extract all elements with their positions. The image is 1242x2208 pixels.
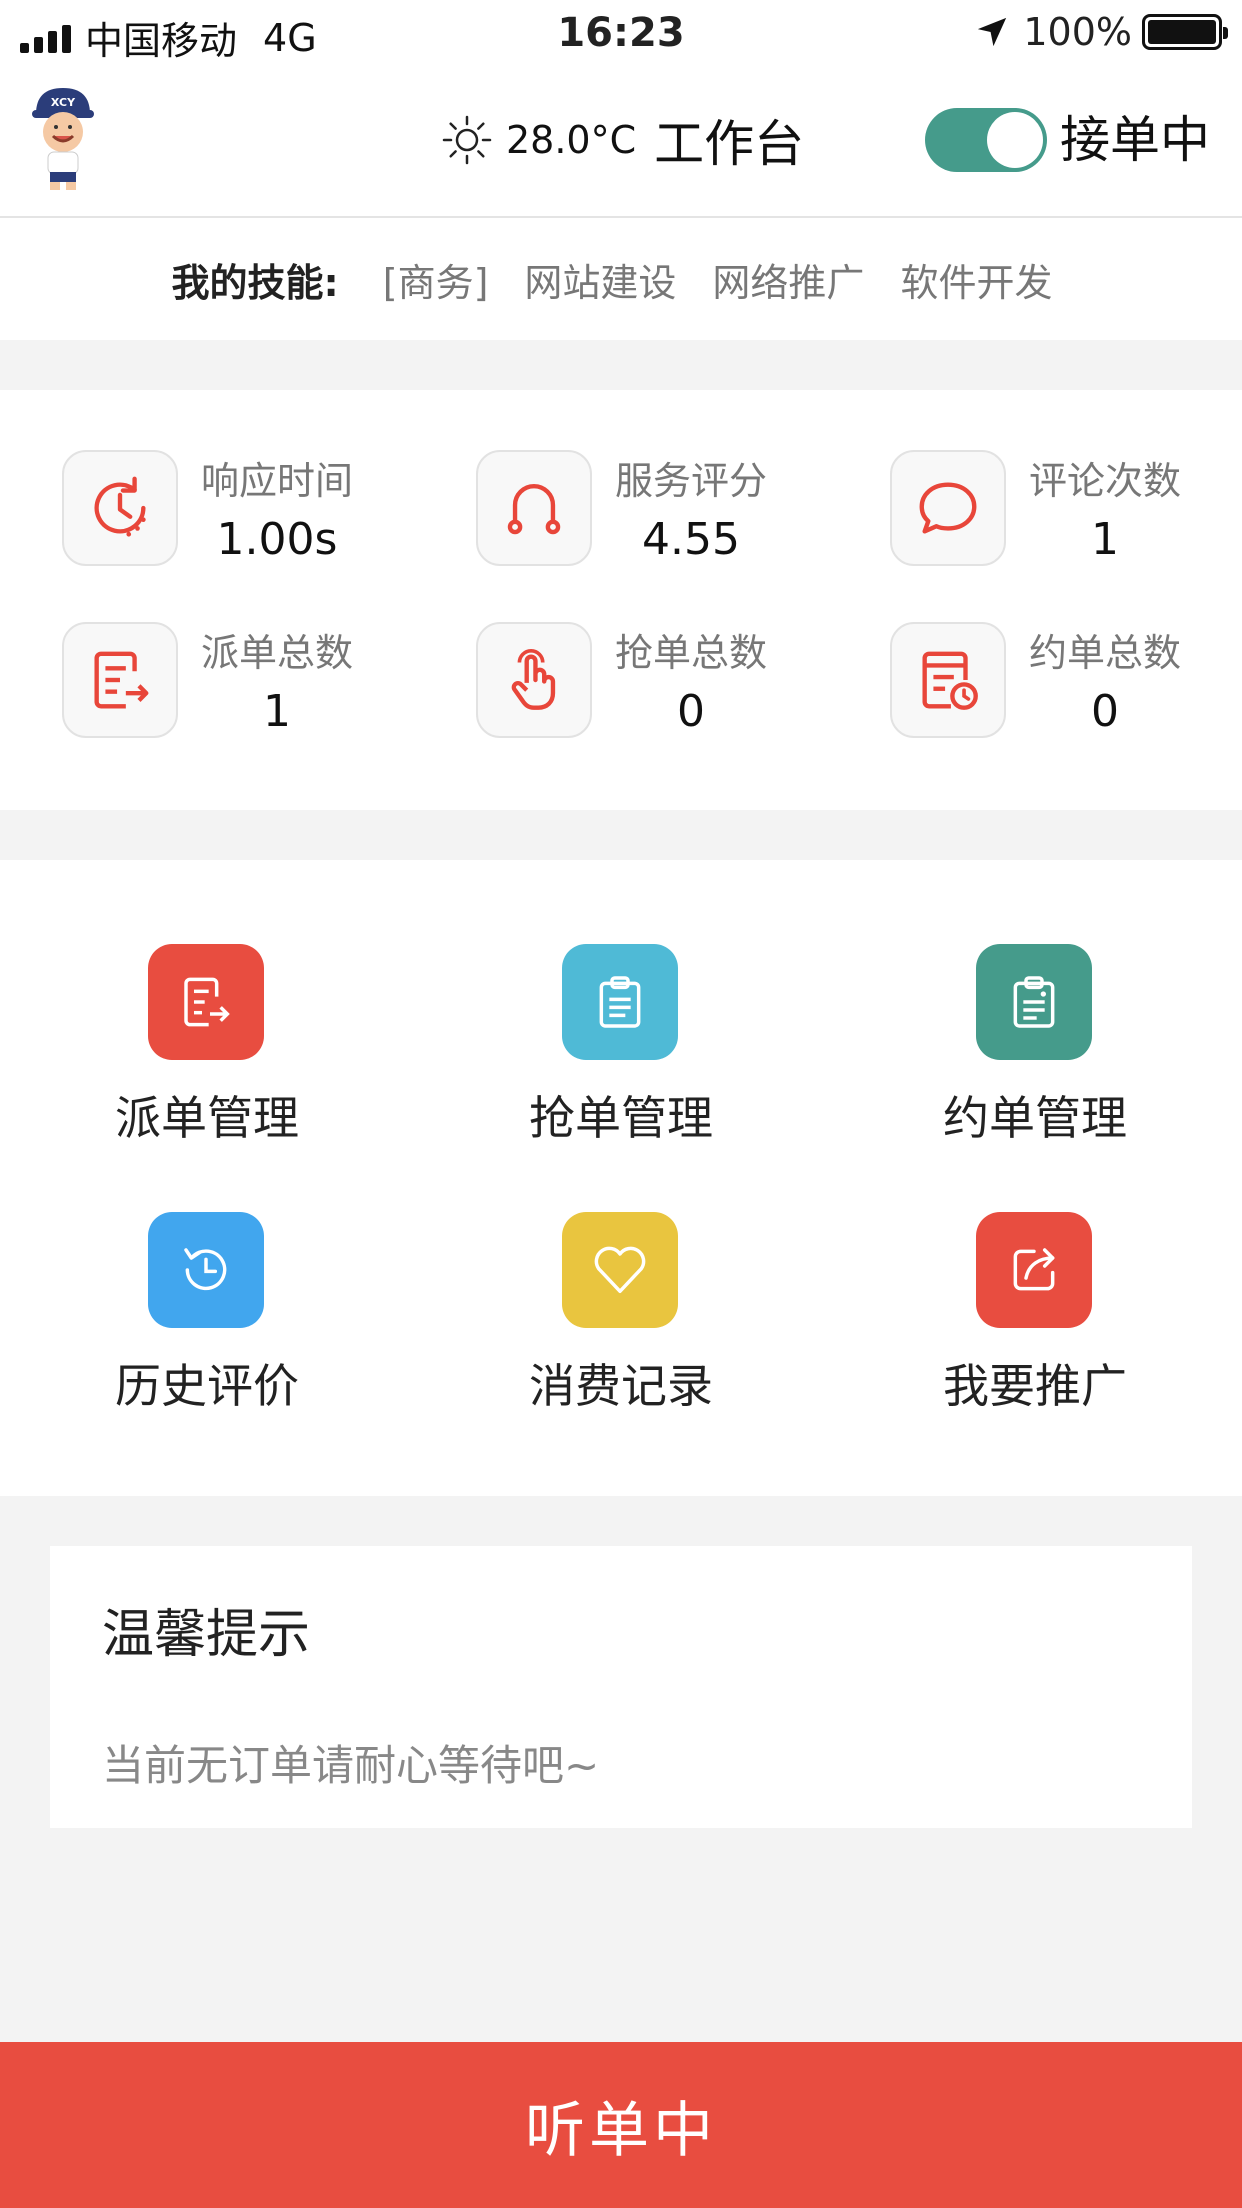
menu-grab-manage[interactable]: 抢单管理 — [414, 944, 828, 1145]
menu-label: 我要推广 — [943, 1359, 1127, 1413]
stat-icon-box — [476, 622, 592, 738]
stat-label: 抢单总数 — [614, 631, 767, 675]
stat-value: 1 — [1091, 514, 1119, 565]
skill-tag[interactable]: [商务] — [383, 252, 489, 307]
stat-service-score: 服务评分 4.55 — [476, 450, 856, 570]
menu-label: 消费记录 — [529, 1359, 713, 1413]
stat-grab-total: 抢单总数 0 — [476, 622, 856, 742]
location-arrow-icon — [978, 17, 1007, 47]
status-right: 100% — [975, 10, 1228, 54]
stat-icon-box — [890, 450, 1006, 566]
dispatch-icon — [184, 977, 230, 1027]
listening-orders-button[interactable]: 听单中 — [0, 2042, 1242, 2208]
clipboard-icon — [599, 976, 641, 1028]
tips-card: 温馨提示 当前无订单请耐心等待吧~ — [50, 1546, 1192, 1828]
status-bar: 中国移动 4G 16:23 100% — [0, 0, 1242, 68]
avatar-cap-text: XCY — [51, 96, 76, 109]
menu-icon-box — [976, 1212, 1092, 1328]
menu-icon-box — [976, 944, 1092, 1060]
nav-center: 28.0°C 工作台 — [440, 108, 804, 173]
booking-icon — [1013, 976, 1055, 1028]
stat-icon-box — [890, 622, 1006, 738]
menu-icon-box — [562, 944, 678, 1060]
stat-label: 响应时间 — [200, 459, 353, 503]
toggle-knob — [987, 112, 1043, 168]
sun-icon — [442, 115, 492, 165]
stat-icon-box — [476, 450, 592, 566]
stat-label: 服务评分 — [614, 459, 767, 503]
nav-bar: XCY 28.0°C 工作台 接单中 — [0, 68, 1242, 218]
stat-value: 1 — [263, 686, 291, 737]
heart-tag-icon — [594, 1246, 646, 1294]
function-menu: 派单管理 抢单管理 约单管理 历史评价 消费记录 我要推广 — [0, 860, 1242, 1496]
menu-icon-box — [148, 944, 264, 1060]
stat-response-time: 响应时间 1.00s — [62, 450, 442, 570]
toggle-label: 接单中 — [1060, 111, 1210, 169]
stat-value: 0 — [1091, 686, 1119, 737]
stat-value: 4.55 — [642, 514, 740, 565]
stat-label: 评论次数 — [1028, 459, 1181, 503]
menu-booking-manage[interactable]: 约单管理 — [828, 944, 1242, 1145]
menu-label: 抢单管理 — [529, 1091, 713, 1145]
clock-refresh-icon — [94, 476, 146, 537]
menu-promote[interactable]: 我要推广 — [828, 1212, 1242, 1413]
tips-title: 温馨提示 — [102, 1605, 311, 1665]
skills-label: 我的技能: — [171, 260, 339, 305]
menu-history-reviews[interactable]: 历史评价 — [0, 1212, 414, 1413]
stats-panel: 响应时间 1.00s 服务评分 4.55 评论次数 1 派单总数 1 抢单总数 … — [0, 390, 1242, 810]
avatar[interactable]: XCY — [24, 82, 102, 192]
headset-icon — [507, 484, 561, 535]
tap-hand-icon — [511, 649, 556, 710]
tips-content: 当前无订单请耐心等待吧~ — [102, 1741, 600, 1790]
menu-consumption-records[interactable]: 消费记录 — [414, 1212, 828, 1413]
skills-bar: 我的技能: [商务] 网站建设 网络推广 软件开发 — [0, 218, 1242, 340]
menu-icon-box — [562, 1212, 678, 1328]
skill-tag[interactable]: 软件开发 — [900, 252, 1052, 307]
battery-icon — [1142, 14, 1228, 50]
page-title: 工作台 — [654, 115, 805, 173]
avatar-icon: XCY — [32, 88, 94, 190]
stat-value: 1.00s — [216, 514, 338, 565]
stat-label: 派单总数 — [200, 631, 353, 675]
menu-label: 派单管理 — [115, 1091, 299, 1145]
stat-value: 0 — [677, 686, 705, 737]
stat-label: 约单总数 — [1028, 631, 1181, 675]
menu-label: 历史评价 — [115, 1359, 299, 1413]
skill-tag[interactable]: 网络推广 — [712, 252, 864, 307]
menu-icon-box — [148, 1212, 264, 1328]
accept-orders-toggle[interactable] — [925, 108, 1047, 172]
stat-icon-box — [62, 622, 178, 738]
stat-dispatch-total: 派单总数 1 — [62, 622, 442, 742]
chat-bubble-icon — [919, 482, 977, 534]
share-icon — [1013, 1248, 1055, 1291]
dispatch-doc-icon — [94, 651, 149, 709]
history-icon — [184, 1248, 227, 1291]
temperature: 28.0°C — [506, 118, 637, 162]
battery-percent: 100% — [1023, 10, 1132, 54]
stat-appointment-total: 约单总数 0 — [890, 622, 1242, 742]
stat-comment-count: 评论次数 1 — [890, 450, 1242, 570]
menu-dispatch-manage[interactable]: 派单管理 — [0, 944, 414, 1145]
appointment-doc-icon — [922, 651, 978, 710]
skill-tag[interactable]: 网站建设 — [524, 252, 676, 307]
stat-icon-box — [62, 450, 178, 566]
menu-label: 约单管理 — [943, 1091, 1127, 1145]
